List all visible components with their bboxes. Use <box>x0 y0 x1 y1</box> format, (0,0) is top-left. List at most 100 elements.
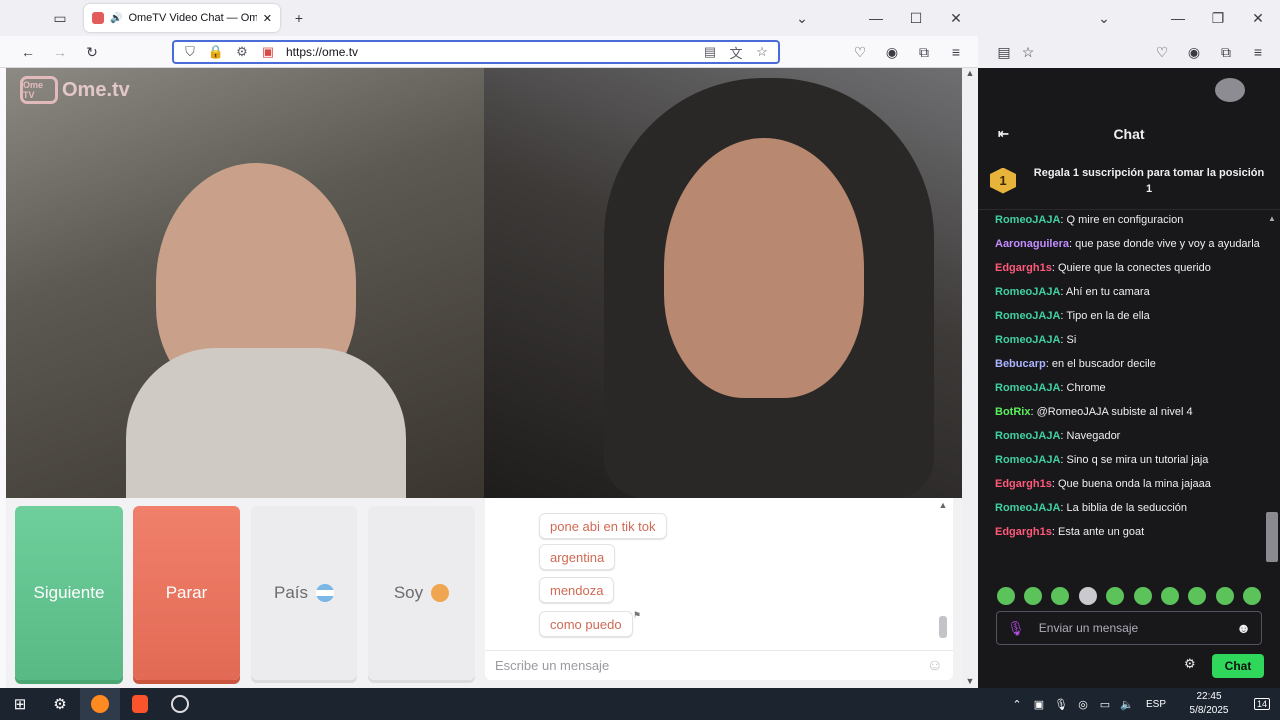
chat-text: Chrome <box>1066 382 1106 394</box>
translate-image-icon[interactable]: ▤ <box>702 44 718 60</box>
emote-icon[interactable] <box>1188 587 1207 605</box>
tray-volume-icon[interactable]: 🔈 <box>1116 688 1138 720</box>
windows-start-icon[interactable]: ⊞ <box>0 688 40 720</box>
chat-message-row: BotRix: @RomeoJAJA subiste al nivel 4 <box>995 404 1260 420</box>
next-button[interactable]: Siguiente <box>15 506 123 680</box>
stop-button[interactable]: Parar <box>133 506 240 680</box>
notifications-icon[interactable]: 14 <box>1244 688 1280 720</box>
tray-meet-icon[interactable]: ▣ <box>1028 688 1050 720</box>
side-pocket-icon[interactable]: ♡ <box>1150 40 1174 64</box>
camera-permission-icon[interactable]: ▣ <box>260 44 276 60</box>
emote-icon[interactable] <box>1078 587 1097 605</box>
chat-username[interactable]: BotRix <box>995 406 1030 418</box>
chat-username[interactable]: Edgargh1s <box>995 478 1052 490</box>
country-button[interactable]: País <box>251 506 357 680</box>
minimize-icon[interactable]: — <box>864 6 888 30</box>
tab-ometv[interactable]: 🔊 OmeTV Video Chat — Ome ✕ <box>84 4 280 32</box>
account-icon[interactable]: ◉ <box>880 40 904 64</box>
list-all-tabs-chevron-icon[interactable]: ⌄ <box>790 6 814 30</box>
send-message-input[interactable]: 🎙 Enviar un mensaje ☻ <box>996 611 1262 645</box>
speaker-icon[interactable]: 🔊 <box>110 13 122 24</box>
chat-username[interactable]: RomeoJAJA <box>995 334 1060 346</box>
chat-settings-gear-icon[interactable]: ⚙ <box>1184 656 1196 672</box>
side-restore-icon[interactable]: ❐ <box>1206 6 1230 30</box>
new-tab-icon[interactable]: + <box>287 6 311 30</box>
microphone-icon[interactable]: 🎙 <box>1007 620 1025 637</box>
emote-icon[interactable] <box>1024 587 1043 605</box>
tabs-chevron-icon[interactable]: ⌄ <box>1092 6 1116 30</box>
emote-icon[interactable] <box>1161 587 1180 605</box>
side-close-icon[interactable]: ✕ <box>1246 6 1270 30</box>
url-text[interactable]: https://ome.tv <box>286 45 692 59</box>
settings-gear-icon[interactable]: ⚙ <box>40 688 80 720</box>
logo-text: Ome.tv <box>62 78 130 101</box>
report-flag-icon[interactable]: ⚑ <box>633 610 641 621</box>
chat-username[interactable]: RomeoJAJA <box>995 286 1060 298</box>
lock-icon[interactable]: 🔒 <box>208 44 224 60</box>
firefox-icon[interactable] <box>80 688 120 720</box>
tray-language[interactable]: ESP <box>1138 688 1174 720</box>
chat-username[interactable]: Bebucarp <box>995 358 1046 370</box>
side-bookmark-icon[interactable]: ☆ <box>1016 40 1040 64</box>
maximize-icon[interactable]: ☐ <box>904 6 928 30</box>
avatar[interactable] <box>1215 78 1245 102</box>
permissions-icon[interactable]: ⚙ <box>234 44 250 60</box>
reload-icon[interactable]: ↻ <box>80 40 104 64</box>
emote-icon[interactable] <box>1243 587 1262 605</box>
chat-username[interactable]: Aaronaguilera <box>995 238 1069 250</box>
chat-username[interactable]: Edgargh1s <box>995 526 1052 538</box>
menu-icon[interactable]: ≡ <box>944 40 968 64</box>
chat-scrollbar[interactable]: ▲ <box>1266 214 1278 574</box>
close-tab-icon[interactable]: ✕ <box>263 12 272 25</box>
forward-icon[interactable]: → <box>48 40 72 64</box>
bookmark-star-icon[interactable]: ☆ <box>754 44 770 60</box>
emote-icon[interactable] <box>1215 587 1234 605</box>
page-scrollbar[interactable]: ▲ ▼ <box>962 68 978 688</box>
chat-scrollbar[interactable]: ▲ <box>937 500 949 644</box>
side-account-icon[interactable]: ◉ <box>1182 40 1206 64</box>
tray-network-icon[interactable]: ▭ <box>1094 688 1116 720</box>
chat-username[interactable]: RomeoJAJA <box>995 382 1060 394</box>
tray-mic-icon[interactable]: 🎙 <box>1050 688 1072 720</box>
gift-sub-banner[interactable]: 1 Regala 1 suscripción para tomar la pos… <box>978 152 1280 210</box>
translate-icon[interactable]: 文 <box>728 44 744 61</box>
extensions-icon[interactable]: ⧉ <box>912 40 936 64</box>
scroll-thumb[interactable] <box>939 616 947 638</box>
side-extensions-icon[interactable]: ⧉ <box>1214 40 1238 64</box>
emote-icon[interactable] <box>1051 587 1070 605</box>
page-scroll-down-icon[interactable]: ▼ <box>962 676 978 686</box>
message-input[interactable]: Escribe un mensaje ☺ <box>485 650 953 680</box>
shield-icon[interactable]: ⛉ <box>182 44 198 60</box>
tray-location-icon[interactable]: ◎ <box>1072 688 1094 720</box>
page-scroll-up-icon[interactable]: ▲ <box>962 68 978 78</box>
emote-icon[interactable] <box>1133 587 1152 605</box>
tray-clock[interactable]: 22:45 5/8/2025 <box>1174 690 1244 718</box>
scroll-up-icon[interactable]: ▲ <box>937 500 949 510</box>
chat-scroll-thumb[interactable] <box>1266 512 1278 562</box>
chat-username[interactable]: RomeoJAJA <box>995 214 1060 226</box>
tab-list-icon[interactable]: ▭ <box>48 6 72 30</box>
side-menu-icon[interactable]: ≡ <box>1246 40 1270 64</box>
tray-chevron-icon[interactable]: ⌃ <box>1006 688 1028 720</box>
emoji-picker-icon[interactable]: ☻ <box>1236 620 1251 636</box>
url-bar[interactable]: ⛉ 🔒 ⚙ ▣ https://ome.tv ▤ 文 ☆ <box>172 40 780 64</box>
emoji-icon[interactable]: ☺ <box>927 657 943 675</box>
chat-username[interactable]: RomeoJAJA <box>995 310 1060 322</box>
side-translate-icon[interactable]: ▤ <box>992 40 1016 64</box>
emote-icon[interactable] <box>1106 587 1125 605</box>
close-window-icon[interactable]: ✕ <box>944 6 968 30</box>
gender-button[interactable]: Soy <box>368 506 475 680</box>
obs-icon[interactable] <box>160 688 200 720</box>
chat-username[interactable]: RomeoJAJA <box>995 454 1060 466</box>
pocket-icon[interactable]: ♡ <box>848 40 872 64</box>
brave-icon[interactable] <box>120 688 160 720</box>
chat-send-button[interactable]: Chat <box>1212 654 1264 678</box>
side-minimize-icon[interactable]: — <box>1166 6 1190 30</box>
chat-username[interactable]: RomeoJAJA <box>995 502 1060 514</box>
chat-scroll-up-icon[interactable]: ▲ <box>1266 214 1278 223</box>
back-icon[interactable]: ← <box>16 40 40 64</box>
collapse-chat-icon[interactable]: ⇤ <box>998 126 1009 142</box>
chat-username[interactable]: Edgargh1s <box>995 262 1052 274</box>
chat-username[interactable]: RomeoJAJA <box>995 430 1060 442</box>
emote-icon[interactable] <box>996 587 1015 605</box>
